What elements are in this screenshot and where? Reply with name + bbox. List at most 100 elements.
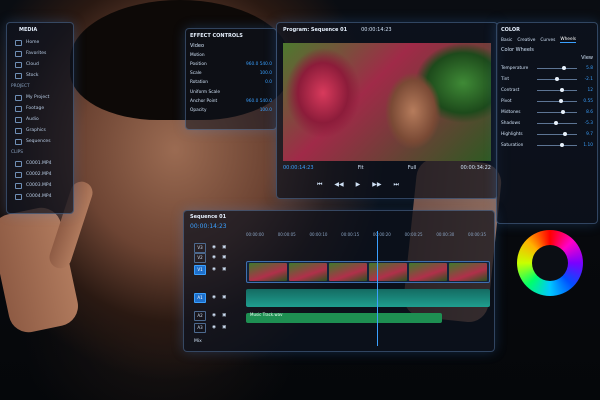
track-target-toggle[interactable]: A3 (194, 323, 206, 333)
folder-icon (15, 171, 22, 178)
clip-item[interactable]: C0001.MP4 (7, 158, 73, 169)
color-slider-value[interactable]: 9.7 (581, 132, 593, 137)
view-label[interactable]: View (581, 55, 593, 61)
clip-item[interactable]: C0004.MP4 (7, 191, 73, 202)
lock-icon[interactable]: ▣ (222, 267, 226, 272)
rewind-icon[interactable]: ◀◀ (334, 181, 343, 188)
effect-values[interactable]: 960.0 540.0 (246, 99, 272, 104)
color-slider-row: Pivot 0.55 (497, 96, 597, 107)
eye-icon[interactable]: ◉ (212, 325, 216, 330)
effect-row: Anchor Point 960.0 540.0 (186, 97, 276, 106)
forward-icon[interactable]: ▶▶ (372, 181, 381, 188)
effect-values[interactable]: 960.0 540.0 (246, 62, 272, 67)
lock-icon[interactable]: ▣ (222, 295, 226, 300)
track-header: A1 ◉ ▣ (194, 293, 240, 303)
color-slider-knob[interactable] (562, 132, 567, 137)
project-item[interactable]: My Project (7, 92, 73, 103)
track-target-toggle[interactable]: V2 (194, 253, 206, 263)
color-slider-value[interactable]: 12 (581, 88, 593, 93)
folder-icon (15, 138, 22, 145)
project-item[interactable]: Graphics (7, 125, 73, 136)
effect-value-2[interactable]: 540.0 (260, 62, 272, 67)
color-slider-value[interactable]: -2.1 (581, 77, 593, 82)
effect-values[interactable]: 100.0 (260, 108, 272, 113)
color-slider-track[interactable] (537, 77, 577, 82)
color-slider-row: Midtones 8.6 (497, 107, 597, 118)
program-video-frame[interactable] (283, 43, 491, 161)
resolution-select[interactable]: Full (408, 165, 417, 171)
eye-icon[interactable]: ◉ (212, 255, 216, 260)
video-clip-v1[interactable] (246, 261, 490, 283)
folder-icon (15, 61, 22, 68)
color-slider-track[interactable] (537, 143, 577, 148)
lock-icon[interactable]: ▣ (222, 313, 226, 318)
lock-icon[interactable]: ▣ (222, 255, 226, 260)
color-slider-value[interactable]: 8.6 (581, 110, 593, 115)
effect-value-1[interactable]: 0.0 (265, 80, 272, 85)
color-slider-track[interactable] (537, 110, 577, 115)
color-slider-knob[interactable] (561, 66, 566, 71)
color-slider-knob[interactable] (559, 143, 564, 148)
lock-icon[interactable]: ▣ (222, 245, 226, 250)
media-nav-item[interactable]: Cloud (7, 59, 73, 70)
zoom-fit-select[interactable]: Fit (358, 165, 364, 171)
track-target-toggle[interactable]: V1 (194, 265, 206, 275)
color-slider-knob[interactable] (561, 110, 565, 115)
eye-icon[interactable]: ◉ (212, 295, 216, 300)
eye-icon[interactable]: ◉ (212, 267, 216, 272)
color-slider-track[interactable] (537, 99, 577, 104)
color-slider-value[interactable]: 5.8 (581, 66, 593, 71)
effect-value-1[interactable]: 100.0 (260, 71, 272, 76)
color-slider-knob[interactable] (553, 121, 558, 126)
color-slider-value[interactable]: -5.3 (581, 121, 593, 126)
color-slider-value[interactable]: 0.55 (581, 99, 593, 104)
eye-icon[interactable]: ◉ (212, 245, 216, 250)
color-slider-track[interactable] (537, 132, 577, 137)
track-target-toggle[interactable]: A2 (194, 311, 206, 321)
clip-item[interactable]: C0002.MP4 (7, 169, 73, 180)
project-item[interactable]: Sequences (7, 136, 73, 147)
project-item[interactable]: Footage (7, 103, 73, 114)
effect-value-1[interactable]: 960.0 (246, 99, 258, 104)
effect-values[interactable]: 0.0 (265, 80, 272, 85)
color-slider-value[interactable]: 1.10 (581, 143, 593, 148)
color-slider-track[interactable] (537, 121, 577, 126)
media-nav-item[interactable]: Favorites (7, 48, 73, 59)
eye-icon[interactable]: ◉ (212, 313, 216, 318)
color-slider-track[interactable] (537, 88, 577, 93)
track-header: V2 ◉ ▣ (194, 253, 240, 263)
media-nav-item-label: Home (26, 39, 40, 45)
folder-icon (15, 182, 22, 189)
color-slider-label: Highlights (501, 132, 523, 138)
color-slider-track[interactable] (537, 66, 577, 71)
color-tab[interactable]: Wheels (560, 37, 577, 44)
lock-icon[interactable]: ▣ (222, 325, 226, 330)
effect-value-2[interactable]: 540.0 (260, 99, 272, 104)
effect-values[interactable]: 100.0 (260, 71, 272, 76)
effect-row: Rotation 0.0 (186, 78, 276, 87)
track-target-toggle[interactable]: V3 (194, 243, 206, 253)
playhead[interactable] (377, 231, 378, 346)
media-nav-item[interactable]: Stock (7, 70, 73, 81)
effect-section-label: Video (190, 43, 205, 49)
project-item[interactable]: Audio (7, 114, 73, 125)
color-slider-knob[interactable] (559, 99, 563, 104)
color-tab[interactable]: Creative (517, 38, 535, 43)
step-back-icon[interactable]: ⏮ (317, 181, 322, 188)
audio-clip-a1[interactable] (246, 289, 490, 307)
color-tab[interactable]: Curves (540, 38, 555, 43)
step-forward-icon[interactable]: ⏭ (394, 181, 399, 188)
play-icon[interactable]: ▶ (356, 181, 361, 188)
color-slider-knob[interactable] (560, 88, 565, 93)
color-slider-knob[interactable] (555, 77, 559, 82)
track-target-toggle[interactable]: A1 (194, 293, 206, 303)
effect-value-1[interactable]: 960.0 (246, 62, 258, 67)
media-nav-item[interactable]: Home (7, 37, 73, 48)
color-panel: COLOR Basic Creative Curves Wheels Color Wh… (496, 22, 598, 224)
audio-clip-a2[interactable]: Music Track.wav (246, 312, 442, 323)
color-tab[interactable]: Basic (501, 38, 512, 43)
clip-item[interactable]: C0003.MP4 (7, 180, 73, 191)
folder-icon (15, 105, 22, 112)
color-wheel[interactable] (517, 230, 583, 296)
effect-value-1[interactable]: 100.0 (260, 108, 272, 113)
